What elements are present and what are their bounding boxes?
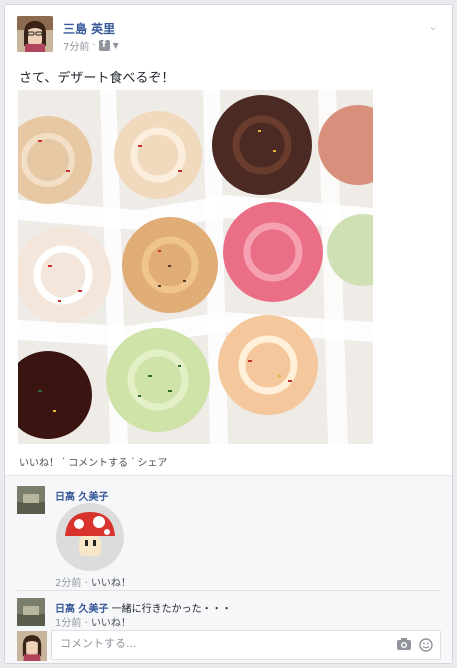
meta-separator: ·: [84, 618, 88, 629]
commenter-avatar[interactable]: [17, 598, 45, 626]
mushroom-sticker[interactable]: [55, 502, 125, 572]
comment-body: 日高 久美子 一緒に行きたかった・・・: [55, 600, 232, 615]
comment-item: 日高 久美子 一緒に行きたかった・・・ 1分前 · いいね！: [17, 598, 440, 629]
meta-separator: ·: [84, 578, 88, 589]
comment-item: 日高 久美子 2分前 · いいね！: [17, 486, 440, 589]
comment-like-link[interactable]: いいね！: [91, 618, 131, 629]
comment-time[interactable]: 1分前: [55, 618, 81, 629]
commenter-name[interactable]: 日高 久美子: [55, 488, 108, 503]
comments-section: 日高 久美子 2分前 · いいね！ 日高 久美子 一緒に行きたかった・・・ 1分…: [5, 475, 452, 663]
actions-separator: ·: [62, 454, 66, 465]
comment-time[interactable]: 2分前: [55, 578, 81, 589]
comment-meta: 2分前 · いいね！: [55, 574, 131, 589]
comment-meta: 1分前 · いいね！: [55, 614, 131, 629]
post-photo[interactable]: [18, 90, 373, 444]
comment-like-link[interactable]: いいね！: [91, 578, 131, 589]
camera-icon[interactable]: [396, 638, 412, 654]
comment-input[interactable]: [60, 637, 380, 650]
actions-separator: ·: [131, 454, 135, 465]
author-name[interactable]: 三島 英里: [63, 20, 115, 37]
comment-divider: [17, 590, 440, 591]
post-card: 三島 英里 7分前 · f ▼ ⌄ さて、デザート食べるぞ！ いいね！ · コメ…: [4, 4, 453, 664]
my-avatar[interactable]: [17, 631, 47, 661]
chevron-down-icon[interactable]: ▼: [113, 41, 119, 50]
meta-separator: ·: [92, 40, 96, 51]
post-text: さて、デザート食べるぞ！: [19, 71, 175, 86]
post-meta: 7分前 · f ▼: [63, 38, 119, 53]
like-link[interactable]: いいね！: [19, 454, 59, 469]
post-menu-chevron-icon[interactable]: ⌄: [426, 20, 440, 34]
post-time[interactable]: 7分前: [63, 38, 89, 53]
share-link[interactable]: シェア: [137, 454, 167, 469]
post-header: 三島 英里 7分前 · f ▼ ⌄: [17, 16, 440, 56]
post-actions: いいね！ · コメントする · シェア: [19, 454, 167, 469]
author-avatar[interactable]: [17, 16, 53, 52]
comment-composer: [51, 630, 441, 660]
smiley-icon[interactable]: [418, 638, 434, 654]
facebook-icon[interactable]: f: [98, 40, 110, 51]
comment-link[interactable]: コメントする: [68, 454, 128, 469]
commenter-avatar[interactable]: [17, 486, 45, 514]
